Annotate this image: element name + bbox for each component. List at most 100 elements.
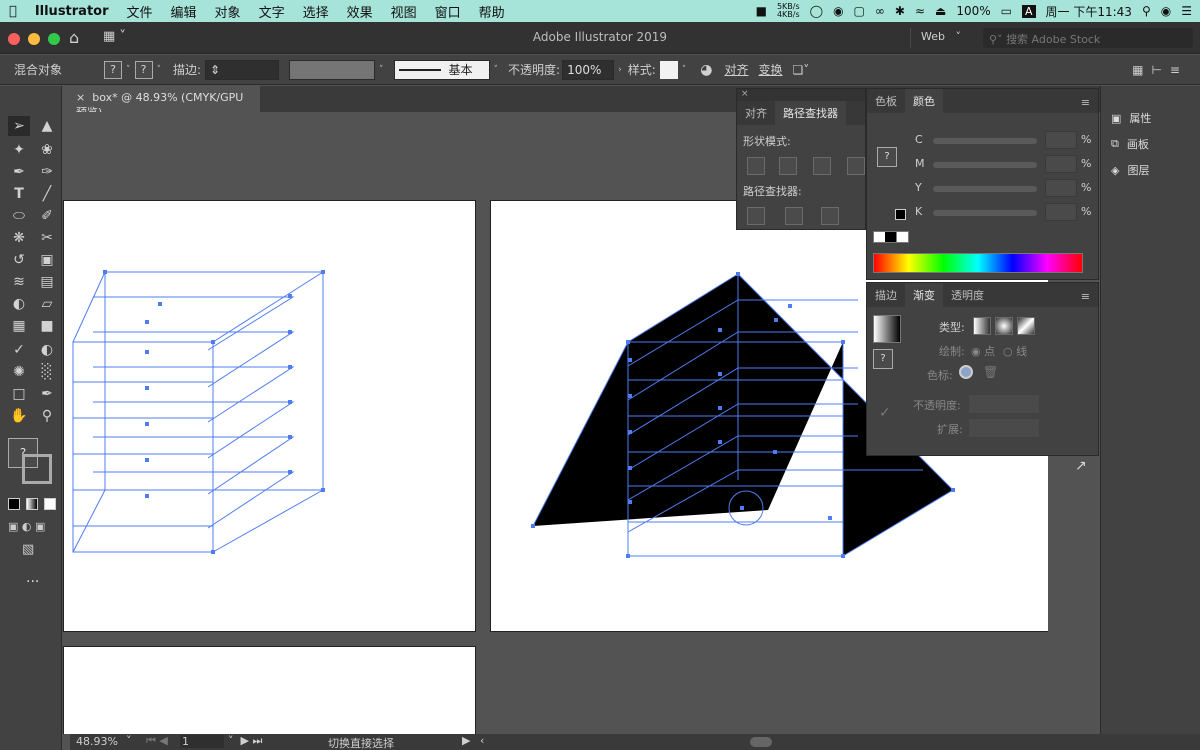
input-method[interactable]: A [1022,4,1036,18]
gradient-mode-icon[interactable] [26,498,38,510]
window-icon[interactable]: ▢ [854,4,865,18]
y-slider[interactable] [933,186,1037,192]
draw-mode-icon[interactable]: ▣ ◐ ▣ [8,520,45,533]
gradient-preview[interactable] [873,315,901,343]
menu-type[interactable]: 文字 [250,2,294,21]
edit-toolbar-icon[interactable]: ... [26,570,39,586]
chevron-down-icon[interactable]: ˅ [494,65,499,75]
creative-cloud-icon[interactable]: ∞ [875,4,885,18]
artboard-nav-icons[interactable]: ˅ ▶ ⏭ [228,734,262,748]
radial-gradient-icon[interactable] [995,317,1013,335]
black-swatch[interactable] [895,209,906,220]
k-slider[interactable] [933,210,1037,216]
free-transform-tool-icon[interactable]: ▤ [36,272,58,292]
trim-icon[interactable] [785,207,803,225]
perspective-grid-tool-icon[interactable]: ▱ [36,294,58,314]
gradient-opacity-input[interactable] [969,395,1039,413]
tab-swatches[interactable]: 色板 [867,89,905,113]
chevron-down-icon[interactable]: ˅ [682,65,687,75]
dashboard-icon[interactable]: ◯ [810,4,823,18]
pen-tool-icon[interactable]: ✒ [8,162,30,182]
shape-builder-tool-icon[interactable]: ◐ [8,294,30,314]
properties-panel-button[interactable]: ▣ 属性 [1111,110,1151,126]
graphic-style-swatch[interactable] [659,60,678,79]
tab-transparency[interactable]: 透明度 [943,283,992,307]
none-mode-icon[interactable] [44,498,56,510]
menu-view[interactable]: 视图 [382,2,426,21]
variable-width-profile[interactable] [289,59,376,80]
delete-stop-icon[interactable]: 🗑 [983,365,998,379]
screen-mode-icon[interactable]: ▧ [22,542,34,557]
width-tool-icon[interactable]: ≋ [8,272,30,292]
chevron-right-icon[interactable]: › [618,65,622,75]
wifi-icon[interactable]: ≈ [915,4,925,18]
draw-line-radio[interactable]: ○ 线 [1003,343,1027,359]
column-graph-tool-icon[interactable]: ░ [36,362,58,382]
color-mode-icon[interactable] [8,498,20,510]
chevron-down-icon[interactable]: ˅ [379,65,384,75]
linear-gradient-icon[interactable] [973,317,991,335]
tab-align[interactable]: 对齐 [737,101,775,125]
cat-icon[interactable]: ■ [756,4,767,18]
first-artboard-icon[interactable]: ⏮ ◀ [146,734,168,748]
fill-swatch[interactable]: ? [104,60,122,79]
m-input[interactable] [1045,155,1077,173]
opacity-label[interactable]: 不透明度: [508,61,560,78]
battery-text[interactable]: 100% [956,4,990,18]
clock[interactable]: 周一 下午11:43 [1046,3,1132,20]
minus-front-icon[interactable] [779,157,797,175]
menu-effect[interactable]: 效果 [338,2,382,21]
blend-tool-icon[interactable]: ◐ [36,340,58,360]
ellipse-tool-icon[interactable]: ⬭ [8,206,30,226]
slice-tool-icon[interactable]: ✒ [36,384,58,404]
k-input[interactable] [1045,203,1077,221]
gradient-tool-icon[interactable]: ■ [36,316,58,336]
c-input[interactable] [1045,131,1077,149]
gradient-fill-proxy[interactable]: ? [873,349,893,369]
stroke-swatch[interactable]: ? [134,60,153,79]
scale-tool-icon[interactable]: ▣ [36,250,58,270]
artboard-3[interactable] [63,646,476,734]
eyedropper-tool-icon[interactable]: ✓ [8,340,30,360]
divide-icon[interactable] [747,207,765,225]
bluetooth-icon[interactable]: ✱ [895,4,905,18]
unite-icon[interactable] [747,157,765,175]
chevron-down-icon[interactable]: ˅ [126,65,131,75]
export-icon[interactable]: ↗ [1075,458,1087,474]
expand-input[interactable] [969,419,1039,437]
merge-icon[interactable] [821,207,839,225]
artboard-number-input[interactable]: 1 [180,735,224,748]
mesh-tool-icon[interactable]: ▦ [8,316,30,336]
wechat-icon[interactable]: ◉ [833,4,843,18]
opacity-input[interactable]: 100% [562,59,615,80]
none-black-white-swatches[interactable] [873,231,909,243]
close-tab-icon[interactable]: × [76,91,85,104]
freeform-gradient-icon[interactable] [1017,317,1035,335]
direct-selection-tool-icon[interactable]: ▲ [36,116,58,136]
color-spectrum[interactable] [873,253,1083,273]
tab-color[interactable]: 颜色 [905,89,943,113]
zoom-tool-icon[interactable]: ⚲ [36,406,58,426]
transform-link[interactable]: 变换 [758,61,782,78]
workspace-switcher[interactable]: Web ˅ [910,28,971,48]
horizontal-scrollbar-thumb[interactable] [750,737,772,747]
tab-gradient[interactable]: 渐变 [905,283,943,307]
draw-point-radio[interactable]: ◉ 点 [971,343,995,359]
artboard-tool-icon[interactable]: □ [8,384,30,404]
menu-edit[interactable]: 编辑 [162,2,206,21]
eject-icon[interactable]: ⏏ [935,4,946,18]
tab-pathfinder[interactable]: 路径查找器 [775,101,846,125]
panel-menu-icons[interactable]: ▦⊢≡ [1132,63,1188,77]
menu-file[interactable]: 文件 [118,2,162,21]
curvature-tool-icon[interactable]: ✑ [36,162,58,182]
tab-stroke[interactable]: 描边 [867,283,905,307]
menu-window[interactable]: 窗口 [426,2,470,21]
exclude-icon[interactable] [847,157,865,175]
menu-object[interactable]: 对象 [206,2,250,21]
status-menu-icon[interactable]: ▶ [462,734,470,747]
magic-wand-tool-icon[interactable]: ✦ [8,140,30,160]
y-input[interactable] [1045,179,1077,197]
layers-panel-button[interactable]: ◈ 图层 [1111,162,1149,178]
scroll-left-icon[interactable]: ‹ [480,734,484,747]
stroke-weight-input[interactable]: ⇕ [205,59,280,80]
